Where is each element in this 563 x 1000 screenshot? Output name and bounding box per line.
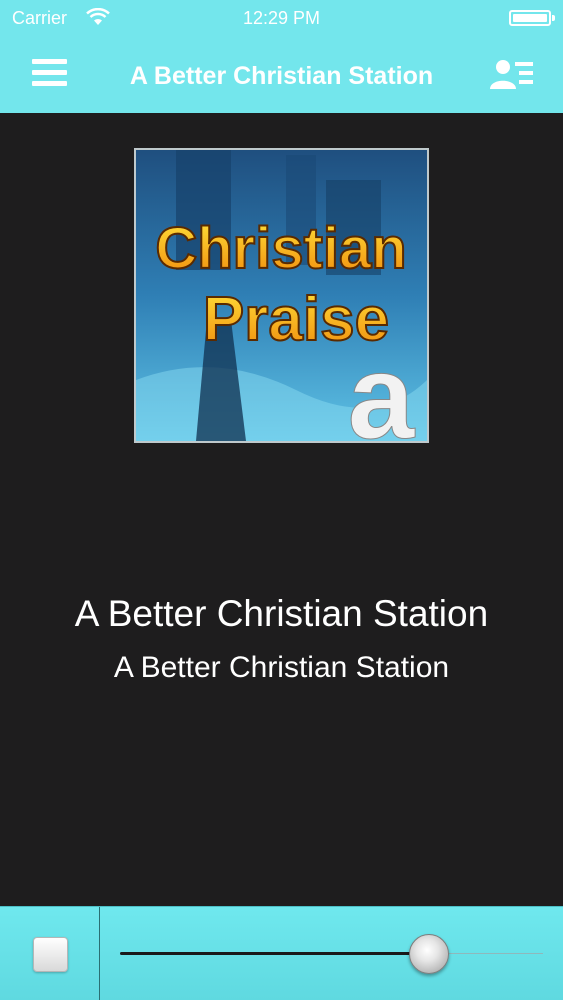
status-bar: Carrier 12:29 PM xyxy=(0,0,563,38)
artwork-image: Christian Praise a xyxy=(136,150,427,441)
volume-thumb[interactable] xyxy=(408,934,449,974)
status-time: 12:29 PM xyxy=(242,8,321,28)
artwork-line1: Christian xyxy=(155,216,406,281)
now-playing-subtitle: A Better Christian Station xyxy=(113,651,450,684)
station-artwork: Christian Praise a xyxy=(134,148,429,443)
stop-button[interactable] xyxy=(33,937,68,972)
volume-track-filled xyxy=(120,952,429,955)
volume-slider[interactable] xyxy=(120,932,543,976)
battery-icon xyxy=(509,10,555,26)
page-title: A Better Christian Station xyxy=(129,62,434,90)
top-header: Carrier 12:29 PM A Better Christian Stat… xyxy=(0,0,563,113)
now-playing-title: A Better Christian Station xyxy=(74,593,489,634)
nav-bar: A Better Christian Station xyxy=(0,38,563,113)
player-bar xyxy=(0,906,563,1000)
artwork-badge: a xyxy=(348,330,416,441)
player-divider xyxy=(99,907,100,1000)
contact-list-icon[interactable] xyxy=(489,56,535,94)
